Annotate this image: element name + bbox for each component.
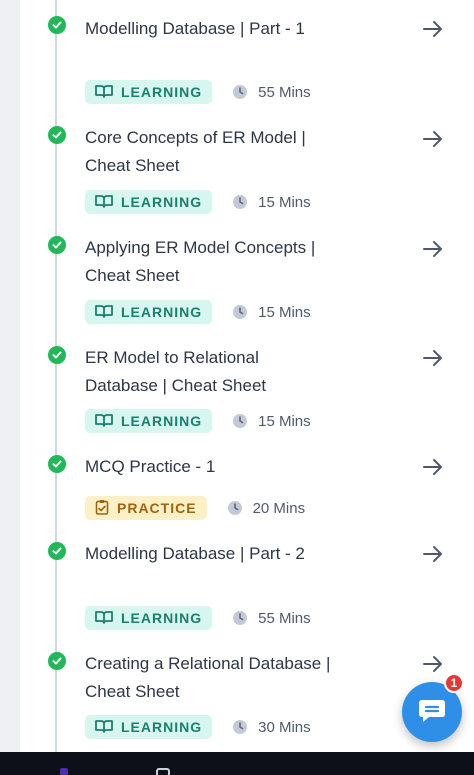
completed-check-icon: [48, 652, 66, 670]
tag-label: LEARNING: [121, 413, 203, 429]
completed-check-icon: [48, 542, 66, 560]
duration-label: 20 Mins: [252, 499, 306, 517]
book-icon: [95, 413, 113, 430]
duration-label: 30 Mins: [258, 718, 311, 736]
clock-icon: [232, 719, 248, 735]
item-title: Core Concepts of ER Model | Cheat Sheet: [85, 128, 306, 175]
duration-label: 55 Mins: [258, 609, 311, 627]
learning-tag: LEARNING: [85, 606, 213, 630]
book-icon: [95, 304, 113, 321]
clock-icon: [232, 413, 248, 429]
completed-check-icon: [48, 16, 66, 34]
clipboard-icon: [95, 499, 109, 518]
item-title: MCQ Practice - 1: [85, 457, 216, 476]
duration-label: 15 Mins: [258, 303, 311, 321]
arrow-right-icon[interactable]: [422, 543, 444, 565]
item-title: ER Model to Relational Database | Cheat …: [85, 348, 267, 395]
book-icon: [95, 719, 113, 736]
tag-label: LEARNING: [121, 304, 203, 320]
arrow-right-icon[interactable]: [422, 128, 444, 150]
learning-tag: LEARNING: [85, 300, 213, 324]
arrow-right-icon[interactable]: [422, 653, 444, 675]
arrow-right-icon[interactable]: [422, 456, 444, 478]
duration-label: 15 Mins: [258, 412, 311, 430]
book-icon: [95, 84, 113, 101]
item-title: Modelling Database | Part - 1: [85, 19, 305, 38]
tag-label: LEARNING: [121, 610, 203, 626]
notification-badge: 1: [444, 673, 464, 693]
clock-icon: [232, 610, 248, 626]
item-title: Applying ER Model Concepts | Cheat Sheet: [85, 238, 316, 285]
learning-tag: LEARNING: [85, 409, 213, 433]
clock-icon: [232, 194, 248, 210]
tag-label: PRACTICE: [117, 500, 197, 516]
duration-label: 55 Mins: [258, 83, 311, 101]
completed-check-icon: [48, 236, 66, 254]
chat-icon: [417, 697, 447, 728]
timeline-line: [55, 0, 57, 752]
learning-tag: LEARNING: [85, 190, 213, 214]
learning-tag: LEARNING: [85, 80, 213, 104]
course-list-card: Modelling Database | Part - 1 LEARNING 5…: [20, 0, 474, 752]
clock-icon: [227, 500, 243, 516]
clock-icon: [232, 84, 248, 100]
duration-label: 15 Mins: [258, 193, 311, 211]
book-icon: [95, 610, 113, 627]
clock-icon: [232, 304, 248, 320]
arrow-right-icon[interactable]: [422, 238, 444, 260]
tag-label: LEARNING: [121, 194, 203, 210]
nav-icon[interactable]: [60, 768, 68, 775]
arrow-right-icon[interactable]: [422, 18, 444, 40]
practice-tag: PRACTICE: [85, 496, 207, 520]
bottom-navigation-bar: [0, 752, 474, 775]
learning-tag: LEARNING: [85, 715, 213, 739]
completed-check-icon: [48, 126, 66, 144]
book-icon: [95, 194, 113, 211]
completed-check-icon: [48, 455, 66, 473]
nav-icon[interactable]: [156, 768, 170, 775]
item-title: Modelling Database | Part - 2: [85, 544, 305, 563]
tag-label: LEARNING: [121, 84, 203, 100]
completed-check-icon: [48, 346, 66, 364]
tag-label: LEARNING: [121, 719, 203, 735]
arrow-right-icon[interactable]: [422, 347, 444, 369]
item-title: Creating a Relational Database | Cheat S…: [85, 654, 331, 701]
